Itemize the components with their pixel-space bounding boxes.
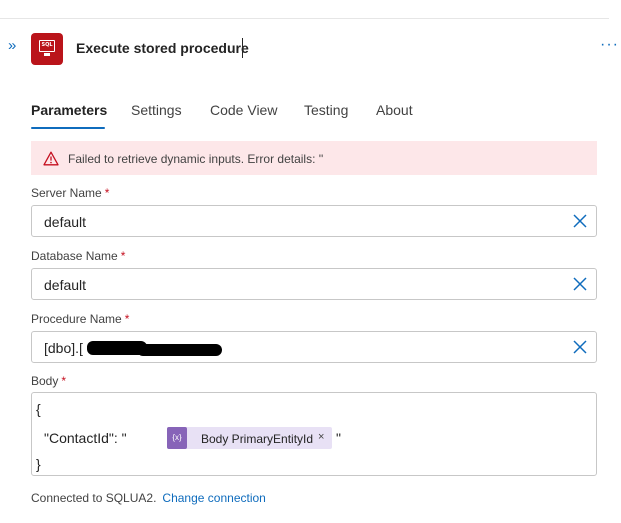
tab-about[interactable]: About	[376, 102, 413, 118]
body-line-open: {	[36, 401, 41, 417]
required-mark: *	[104, 186, 110, 200]
database-name-label: Database Name *	[31, 249, 126, 263]
procedure-name-value[interactable]: [dbo].[	[44, 340, 83, 356]
action-title[interactable]: Execute stored procedure	[76, 40, 249, 56]
database-name-field[interactable]: default	[31, 268, 597, 300]
redaction-mark	[137, 344, 222, 356]
server-name-field[interactable]: default	[31, 205, 597, 237]
token-label: Body PrimaryEntityId	[201, 432, 314, 446]
active-tab-indicator	[31, 127, 105, 129]
close-icon[interactable]	[572, 339, 588, 355]
action-header: » SQL Execute stored procedure ···	[0, 30, 621, 66]
change-connection-link[interactable]: Change connection	[162, 491, 265, 505]
required-mark: *	[61, 374, 67, 388]
body-line-close: }	[36, 456, 41, 472]
error-banner: Failed to retrieve dynamic inputs. Error…	[31, 141, 597, 175]
procedure-name-field[interactable]: [dbo].[	[31, 331, 597, 363]
error-message: Failed to retrieve dynamic inputs. Error…	[68, 152, 324, 166]
body-key: "ContactId": "	[44, 430, 127, 446]
warning-icon	[43, 151, 59, 169]
body-label: Body *	[31, 374, 67, 388]
database-name-value[interactable]: default	[44, 277, 86, 293]
procedure-name-label: Procedure Name *	[31, 312, 130, 326]
tab-testing[interactable]: Testing	[304, 102, 348, 118]
connection-info: Connected to SQLUA2. Change connection	[31, 491, 266, 505]
more-horizontal-icon[interactable]: ···	[600, 36, 619, 54]
server-name-value[interactable]: default	[44, 214, 86, 230]
connection-text: Connected to SQLUA2.	[31, 491, 157, 505]
body-editor[interactable]: { "ContactId": " {x} Body PrimaryEntityI…	[31, 392, 597, 476]
close-icon[interactable]	[572, 276, 588, 292]
close-icon[interactable]: ×	[318, 431, 324, 443]
text-cursor	[242, 38, 243, 58]
tab-parameters[interactable]: Parameters	[31, 102, 107, 118]
dynamic-content-token[interactable]: {x} Body PrimaryEntityId ×	[167, 427, 332, 449]
tab-settings[interactable]: Settings	[131, 102, 182, 118]
expression-icon: {x}	[167, 427, 187, 449]
close-icon[interactable]	[572, 213, 588, 229]
chevron-double-right-icon[interactable]: »	[8, 38, 24, 54]
body-quote-close: "	[336, 430, 341, 446]
top-divider	[0, 18, 609, 19]
server-name-label: Server Name *	[31, 186, 110, 200]
required-mark: *	[120, 249, 126, 263]
sql-monitor-icon: SQL	[31, 33, 63, 65]
tab-code-view[interactable]: Code View	[210, 102, 277, 118]
required-mark: *	[124, 312, 130, 326]
